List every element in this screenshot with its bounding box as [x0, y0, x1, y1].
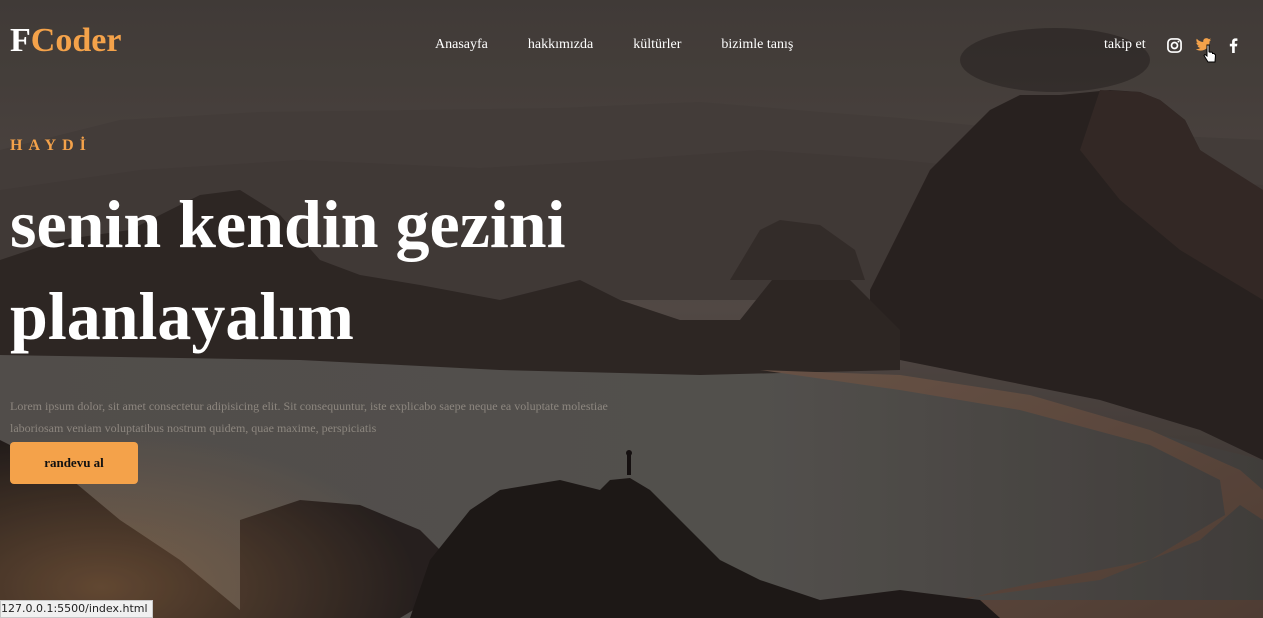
- brand-logo-part2: Coder: [30, 22, 122, 59]
- nav-link-about[interactable]: hakkımızda: [528, 37, 593, 53]
- facebook-icon[interactable]: [1224, 36, 1242, 54]
- follow-label: takip et: [1104, 37, 1146, 52]
- instagram-icon[interactable]: [1165, 36, 1183, 54]
- nav-link-home[interactable]: Anasayfa: [435, 37, 488, 53]
- hero-eyebrow: HAYDİ: [10, 137, 92, 154]
- brand-logo[interactable]: FCoder: [10, 24, 121, 58]
- navbar: FCoder Anasayfa hakkımızda kültürler biz…: [0, 0, 1263, 90]
- nav-link-contact[interactable]: bizimle tanış: [721, 37, 793, 53]
- brand-logo-part1: F: [10, 22, 31, 59]
- hero-headline: senin kendin gezini planlayalım: [10, 186, 566, 354]
- landing-page: FCoder Anasayfa hakkımızda kültürler biz…: [0, 0, 1263, 618]
- main-nav: Anasayfa hakkımızda kültürler bizimle ta…: [435, 37, 833, 53]
- browser-status-url: 127.0.0.1:5500/index.html: [0, 600, 153, 618]
- appointment-button[interactable]: randevu al: [10, 442, 138, 484]
- nav-link-cultures[interactable]: kültürler: [633, 37, 681, 53]
- mouse-cursor-icon: [1203, 44, 1217, 64]
- hero-paragraph: Lorem ipsum dolor, sit amet consectetur …: [10, 399, 608, 435]
